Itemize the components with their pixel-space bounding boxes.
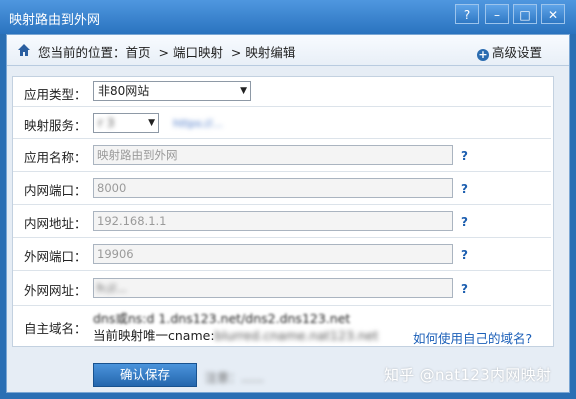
minimize-button[interactable]: – — [485, 4, 509, 24]
row-wan-url: 外网网址： h://... ? — [13, 271, 551, 306]
help-icon[interactable]: ? — [461, 248, 468, 262]
footer-note: 注意：...... — [205, 371, 264, 385]
watermark: 知乎 @nat123内网映射 — [384, 366, 552, 384]
lan-port-input[interactable]: 8000 — [93, 178, 453, 198]
help-window-button[interactable]: ? — [455, 4, 479, 24]
service-label: 映射服务： — [24, 118, 87, 133]
row-lan-port: 内网端口： 8000 ? — [13, 172, 551, 205]
home-icon — [18, 44, 30, 56]
save-button[interactable]: 确认保存 — [93, 363, 197, 387]
service-value: r 3 — [98, 116, 115, 130]
close-button[interactable]: ✕ — [541, 4, 565, 24]
help-icon[interactable]: ? — [461, 215, 468, 229]
breadcrumb-mapping-edit: 映射编辑 — [245, 45, 296, 60]
breadcrumb-sep: > — [158, 45, 169, 60]
row-app-name: 应用名称： 映射路由到外网 ? — [13, 139, 551, 172]
service-extra-text: https://... — [173, 117, 223, 130]
maximize-button[interactable]: □ — [513, 4, 537, 24]
breadcrumb-sep: > — [230, 45, 242, 60]
wan-url-value: h://... — [97, 281, 127, 295]
app-type-value: 非80网站 — [98, 84, 150, 98]
app-name-label: 应用名称： — [24, 150, 87, 165]
breadcrumb-port-mapping[interactable]: 端口映射 — [173, 45, 223, 60]
service-select[interactable]: r 3 ▼ — [93, 113, 159, 133]
row-wan-port: 外网端口： 19906 ? — [13, 238, 551, 271]
row-service: 映射服务： r 3 ▼ https://... — [13, 107, 551, 139]
advanced-settings-link[interactable]: + 高级设置 — [476, 42, 542, 61]
wan-url-input[interactable]: h://... — [93, 278, 453, 298]
dialog-body: 您当前的位置：首页 > 端口映射 > 映射编辑 + 高级设置 应用类型： 非80网… — [6, 34, 570, 393]
row-lan-ip: 内网地址： 192.168.1.1 ? — [13, 205, 551, 238]
app-type-label: 应用类型： — [24, 87, 87, 102]
breadcrumb-home[interactable]: 首页 — [126, 45, 151, 60]
row-app-type: 应用类型： 非80网站 ▼ — [13, 77, 551, 107]
domain-cname-prefix: 当前映射唯一cname: — [93, 328, 215, 343]
domain-cname-line: 当前映射唯一cname:blurred.cname.nat123.net — [93, 325, 378, 344]
window-title: 映射路由到外网 — [9, 13, 101, 28]
title-bar: 映射路由到外网 ? – □ ✕ — [0, 0, 576, 34]
advanced-settings-label: 高级设置 — [491, 45, 542, 60]
dropdown-arrow-icon: ▼ — [148, 118, 155, 128]
custom-domain-help-link[interactable]: 如何使用自己的域名? — [413, 328, 532, 347]
help-icon[interactable]: ? — [461, 182, 468, 196]
plus-circle-icon: + — [476, 48, 489, 61]
app-type-select[interactable]: 非80网站 ▼ — [93, 81, 251, 101]
dropdown-arrow-icon: ▼ — [240, 86, 247, 96]
domain-dns-text: dns或ns:d 1.dns123.net/dns2.dns123.net — [93, 311, 351, 326]
domain-cname-value: blurred.cname.nat123.net — [214, 328, 379, 343]
help-icon[interactable]: ? — [461, 282, 468, 296]
wan-port-label: 外网端口： — [24, 249, 87, 264]
wan-port-input[interactable]: 19906 — [93, 244, 453, 264]
breadcrumb-prefix: 您当前的位置： — [38, 45, 126, 60]
app-name-input[interactable]: 映射路由到外网 — [93, 145, 453, 165]
lan-port-label: 内网端口： — [24, 183, 87, 198]
lan-ip-label: 内网地址： — [24, 216, 87, 231]
breadcrumb: 您当前的位置：首页 > 端口映射 > 映射编辑 + 高级设置 — [7, 35, 569, 66]
breadcrumb-text: 您当前的位置：首页 > 端口映射 > 映射编辑 — [38, 42, 295, 61]
mapping-form: 应用类型： 非80网站 ▼ 映射服务： r 3 ▼ https://... 应用… — [12, 76, 554, 347]
help-icon[interactable]: ? — [461, 149, 468, 163]
wan-url-label: 外网网址： — [24, 283, 87, 298]
lan-ip-input[interactable]: 192.168.1.1 — [93, 211, 453, 231]
domain-label: 自主域名： — [24, 321, 87, 336]
